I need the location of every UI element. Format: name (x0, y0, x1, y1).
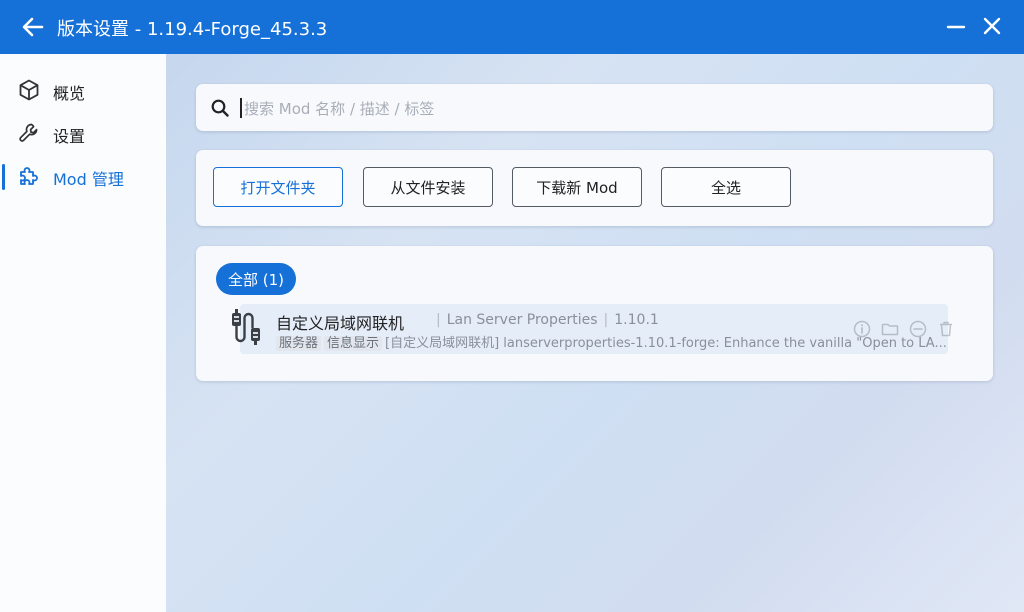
mod-meta: | Lan Server Properties | 1.10.1 (430, 312, 659, 328)
close-button[interactable] (980, 14, 1004, 38)
install-from-file-button[interactable]: 从文件安装 (363, 167, 493, 207)
folder-icon[interactable] (880, 319, 900, 339)
back-button[interactable] (18, 12, 48, 42)
trash-icon[interactable] (936, 319, 956, 339)
window-title: 版本设置 - 1.19.4-Forge_45.3.3 (57, 19, 328, 40)
network-cable-icon (232, 309, 260, 345)
wrench-icon (19, 123, 38, 142)
sidebar-item-label: 概览 (53, 84, 86, 103)
main-content: 打开文件夹 从文件安装 下载新 Mod 全选 全部 (1) 自定义局域网联机 (166, 54, 1024, 612)
mod-english-name: Lan Server Properties (446, 312, 598, 328)
search-icon (211, 99, 229, 117)
filter-all-chip[interactable]: 全部 (1) (216, 263, 297, 295)
mod-list: 全部 (1) 自定义局域网联机 | Lan Server Properties | 1… (196, 246, 993, 381)
minimize-icon (946, 25, 966, 29)
sidebar-item-label: 设置 (53, 127, 86, 146)
sidebar-item-settings[interactable]: 设置 (0, 115, 166, 151)
separator: | (603, 312, 609, 328)
puzzle-icon (20, 167, 38, 185)
separator: | (436, 312, 441, 328)
mod-tag: 服务器 (276, 336, 322, 351)
minimize-button[interactable] (944, 14, 968, 38)
toolbar: 打开文件夹 从文件安装 下载新 Mod 全选 (196, 150, 993, 226)
cube-icon (19, 79, 39, 101)
mod-chinese-name: 自定义局域网联机 (276, 314, 405, 333)
mod-version: 1.10.1 (614, 312, 659, 328)
sidebar: 概览 设置 Mod 管理 (0, 54, 167, 612)
open-folder-button[interactable]: 打开文件夹 (213, 167, 343, 207)
title-bar: 版本设置 - 1.19.4-Forge_45.3.3 (0, 0, 1024, 54)
arrow-left-icon (22, 17, 44, 37)
download-new-mod-button[interactable]: 下载新 Mod (512, 167, 642, 207)
search-input[interactable] (242, 94, 946, 124)
info-icon[interactable] (852, 319, 872, 339)
search-bar (196, 84, 993, 131)
mod-name: 自定义局域网联机 (276, 310, 404, 334)
mod-tag: 信息显示 (324, 336, 383, 351)
sidebar-item-label: Mod 管理 (53, 170, 124, 189)
active-indicator (2, 164, 5, 190)
close-icon (983, 17, 1001, 35)
select-all-button[interactable]: 全选 (661, 167, 791, 207)
sidebar-item-mod-management[interactable]: Mod 管理 (0, 158, 166, 194)
mod-list-item[interactable]: 自定义局域网联机 | Lan Server Properties | 1.10.1 服… (232, 304, 952, 354)
mod-row-actions (852, 319, 962, 341)
sidebar-item-overview[interactable]: 概览 (0, 72, 166, 108)
disable-icon[interactable] (908, 319, 928, 339)
